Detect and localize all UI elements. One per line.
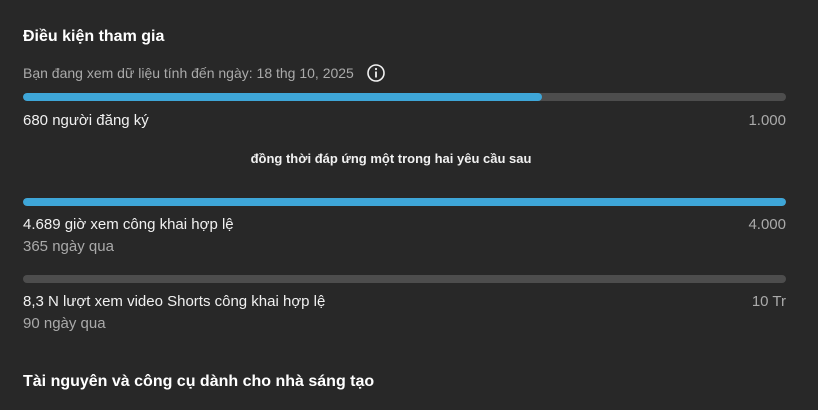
subscribers-target: 1.000	[748, 112, 786, 129]
watch-hours-count: 4.689 giờ xem công khai hợp lệ	[23, 216, 234, 233]
either-requirement-note: đồng thời đáp ứng một trong hai yêu cầu …	[250, 151, 532, 166]
shorts-views-count: 8,3 N lượt xem video Shorts công khai hợ…	[23, 293, 326, 310]
shorts-views-period: 90 ngày qua	[23, 315, 106, 332]
data-as-of-text: Bạn đang xem dữ liệu tính đến ngày: 18 t…	[23, 65, 354, 81]
subscribers-count: 680 người đăng ký	[23, 112, 149, 129]
subscribers-progress-bar	[23, 93, 786, 101]
info-icon[interactable]	[366, 63, 386, 83]
resources-title: Tài nguyên và công cụ dành cho nhà sáng …	[23, 373, 375, 390]
shorts-views-progress-bar	[23, 275, 786, 283]
subscribers-progress-fill	[23, 93, 542, 101]
watch-hours-progress-bar	[23, 198, 786, 206]
data-as-of-note: Bạn đang xem dữ liệu tính đến ngày: 18 t…	[23, 63, 386, 83]
watch-hours-progress-fill	[23, 198, 786, 206]
watch-hours-period: 365 ngày qua	[23, 238, 114, 255]
watch-hours-target: 4.000	[748, 216, 786, 233]
shorts-views-target: 10 Tr	[751, 293, 786, 310]
section-title: Điều kiện tham gia	[23, 28, 165, 45]
